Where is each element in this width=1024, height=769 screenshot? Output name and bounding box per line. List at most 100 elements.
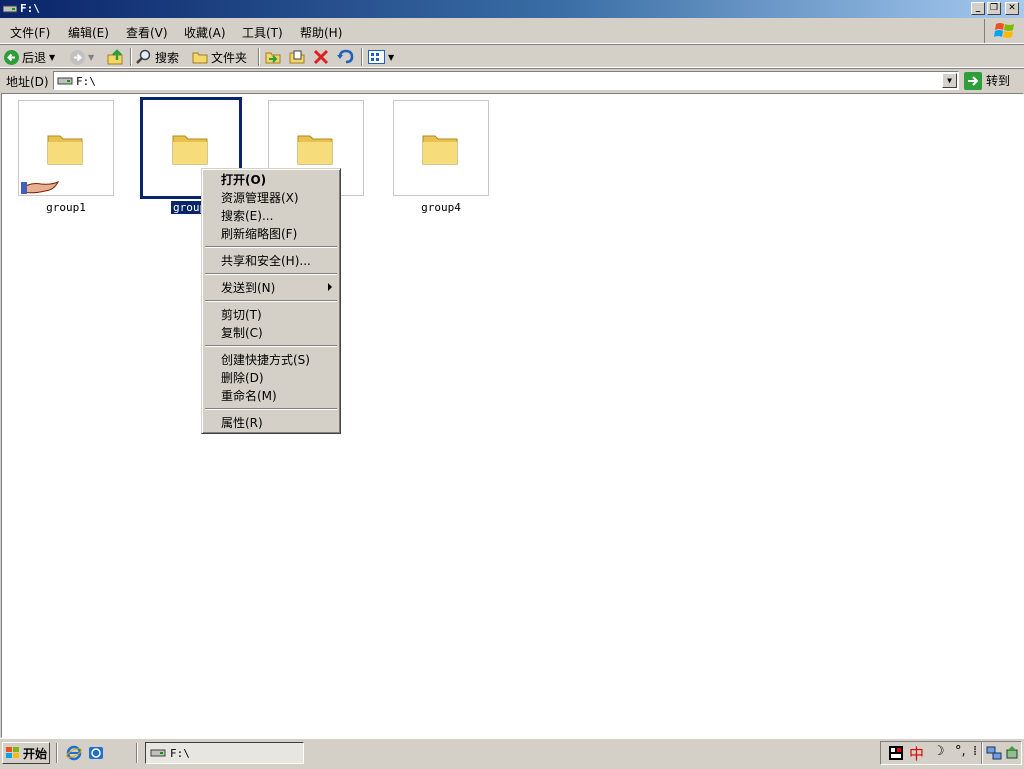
- address-input[interactable]: F:\ ▼: [53, 71, 959, 90]
- start-button[interactable]: 开始: [2, 742, 50, 764]
- up-folder-button[interactable]: [107, 47, 125, 67]
- menu-view[interactable]: 查看(V): [126, 24, 168, 41]
- title-bar[interactable]: F:\ _ ❐ ✕: [0, 0, 1024, 18]
- forward-button[interactable]: ▼: [70, 47, 94, 67]
- delete-x-icon: [313, 49, 329, 65]
- toolbar-separator: [130, 48, 132, 66]
- copy-to-icon: [289, 50, 305, 64]
- half-width-moon-icon[interactable]: ☽: [933, 744, 945, 759]
- shared-hand-icon: [21, 181, 59, 194]
- menu-separator: [205, 300, 337, 302]
- file-name-group1[interactable]: group1: [18, 201, 114, 214]
- toolbar: 后退 ▼ ▼ 搜索 文件夹 ▼: [0, 44, 1024, 68]
- address-dropdown-button[interactable]: ▼: [942, 73, 957, 88]
- views-grid-icon: [368, 50, 385, 64]
- forward-dropdown-icon[interactable]: ▼: [88, 53, 94, 62]
- back-arrow-icon: [4, 49, 19, 65]
- search-icon: [136, 49, 151, 64]
- views-button[interactable]: ▼: [368, 47, 394, 67]
- menu-bar: 文件(F) 编辑(E) 查看(V) 收藏(A) 工具(T) 帮助(H): [0, 19, 1024, 44]
- menu-separator: [205, 345, 337, 347]
- folders-label: 文件夹: [211, 50, 248, 65]
- file-view[interactable]: group1 group2 group3 group4: [1, 93, 1024, 738]
- folder-icon: [47, 135, 83, 165]
- menu-separator: [205, 408, 337, 410]
- network-icon[interactable]: [986, 745, 1002, 761]
- menu-item-properties[interactable]: 属性(R): [221, 414, 263, 432]
- windows-flag-icon: [994, 23, 1014, 38]
- taskbar-separator: [136, 743, 138, 763]
- menu-item-rename[interactable]: 重命名(M): [221, 387, 277, 405]
- taskbar: 开始 F:\ 中 ☽ °, ⁞: [0, 738, 1024, 769]
- menu-item-create-shortcut[interactable]: 创建快捷方式(S): [221, 351, 310, 369]
- go-label: 转到: [986, 74, 1011, 88]
- restore-button[interactable]: ❐: [987, 2, 1001, 15]
- up-folder-icon: [107, 49, 123, 65]
- address-bar: 地址(D) F:\ ▼ 转到: [0, 68, 1024, 92]
- menu-item-explore[interactable]: 资源管理器(X): [221, 189, 299, 207]
- menu-item-search[interactable]: 搜索(E)...: [221, 207, 273, 225]
- go-button[interactable]: 转到: [964, 70, 1010, 91]
- drive-icon: [3, 5, 17, 13]
- copy-to-button[interactable]: [288, 47, 306, 67]
- menu-tools[interactable]: 工具(T): [242, 24, 283, 41]
- internet-explorer-icon[interactable]: [66, 745, 82, 761]
- delete-button[interactable]: [313, 47, 329, 67]
- submenu-arrow-icon: [328, 283, 332, 291]
- folder-icon: [297, 135, 333, 165]
- menu-item-sharing-security[interactable]: 共享和安全(H)...: [221, 252, 311, 270]
- menu-help[interactable]: 帮助(H): [300, 24, 342, 41]
- close-button[interactable]: ✕: [1005, 2, 1019, 15]
- undo-icon: [337, 49, 354, 64]
- menu-item-cut[interactable]: 剪切(T): [221, 306, 262, 324]
- minimize-button[interactable]: _: [971, 2, 985, 15]
- search-label: 搜索: [155, 50, 180, 65]
- search-button[interactable]: 搜索: [136, 47, 179, 67]
- menu-edit[interactable]: 编辑(E): [68, 24, 109, 41]
- folder-thumbnail-group1[interactable]: [18, 100, 114, 196]
- move-to-icon: [265, 52, 281, 64]
- move-to-button[interactable]: [264, 47, 282, 67]
- safely-remove-hardware-icon[interactable]: [1004, 745, 1020, 761]
- folder-thumbnail-group4[interactable]: [393, 100, 489, 196]
- toolbar-separator: [361, 48, 363, 66]
- menu-item-copy[interactable]: 复制(C): [221, 324, 263, 342]
- drive-icon: [150, 749, 166, 757]
- folders-button[interactable]: 文件夹: [192, 47, 247, 67]
- back-dropdown-icon[interactable]: ▼: [49, 53, 55, 62]
- punctuation-icon[interactable]: °,: [955, 744, 966, 759]
- windows-logo: [984, 19, 1023, 43]
- go-arrow-icon: [964, 71, 982, 90]
- system-tray: 中 ☽ °, ⁞: [880, 741, 1022, 765]
- menu-separator: [205, 246, 337, 248]
- folders-icon: [192, 52, 208, 64]
- folder-icon: [172, 135, 208, 165]
- menu-item-refresh-thumbnail[interactable]: 刷新缩略图(F): [221, 225, 297, 243]
- menu-item-delete[interactable]: 删除(D): [221, 369, 264, 387]
- menu-file[interactable]: 文件(F): [10, 24, 50, 41]
- ime-chinese-indicator[interactable]: 中: [909, 743, 924, 764]
- taskbar-separator: [56, 743, 58, 763]
- taskbar-window-button[interactable]: F:\: [145, 742, 304, 764]
- ime-keyboard-icon[interactable]: [889, 746, 903, 760]
- back-label: 后退: [22, 50, 47, 65]
- views-dropdown-icon: ▼: [388, 52, 395, 62]
- tray-separator: [981, 742, 983, 764]
- undo-button[interactable]: [336, 47, 354, 67]
- outlook-express-icon[interactable]: [88, 745, 104, 761]
- menu-item-send-to[interactable]: 发送到(N): [221, 279, 275, 297]
- windows-flag-icon: [6, 747, 19, 758]
- address-label: 地址(D): [6, 75, 49, 89]
- forward-arrow-icon: [70, 49, 85, 65]
- folder-icon: [422, 135, 458, 165]
- address-value: F:\: [76, 75, 96, 88]
- file-name-group4[interactable]: group4: [393, 201, 489, 214]
- drive-icon: [57, 77, 73, 85]
- back-button[interactable]: 后退 ▼: [4, 47, 55, 67]
- menu-favorites[interactable]: 收藏(A): [184, 24, 226, 41]
- toolbar-separator: [258, 48, 260, 66]
- menu-separator: [205, 273, 337, 275]
- start-label: 开始: [23, 746, 48, 761]
- menu-item-open[interactable]: 打开(O): [221, 171, 266, 189]
- soft-keyboard-icon[interactable]: ⁞: [973, 744, 977, 759]
